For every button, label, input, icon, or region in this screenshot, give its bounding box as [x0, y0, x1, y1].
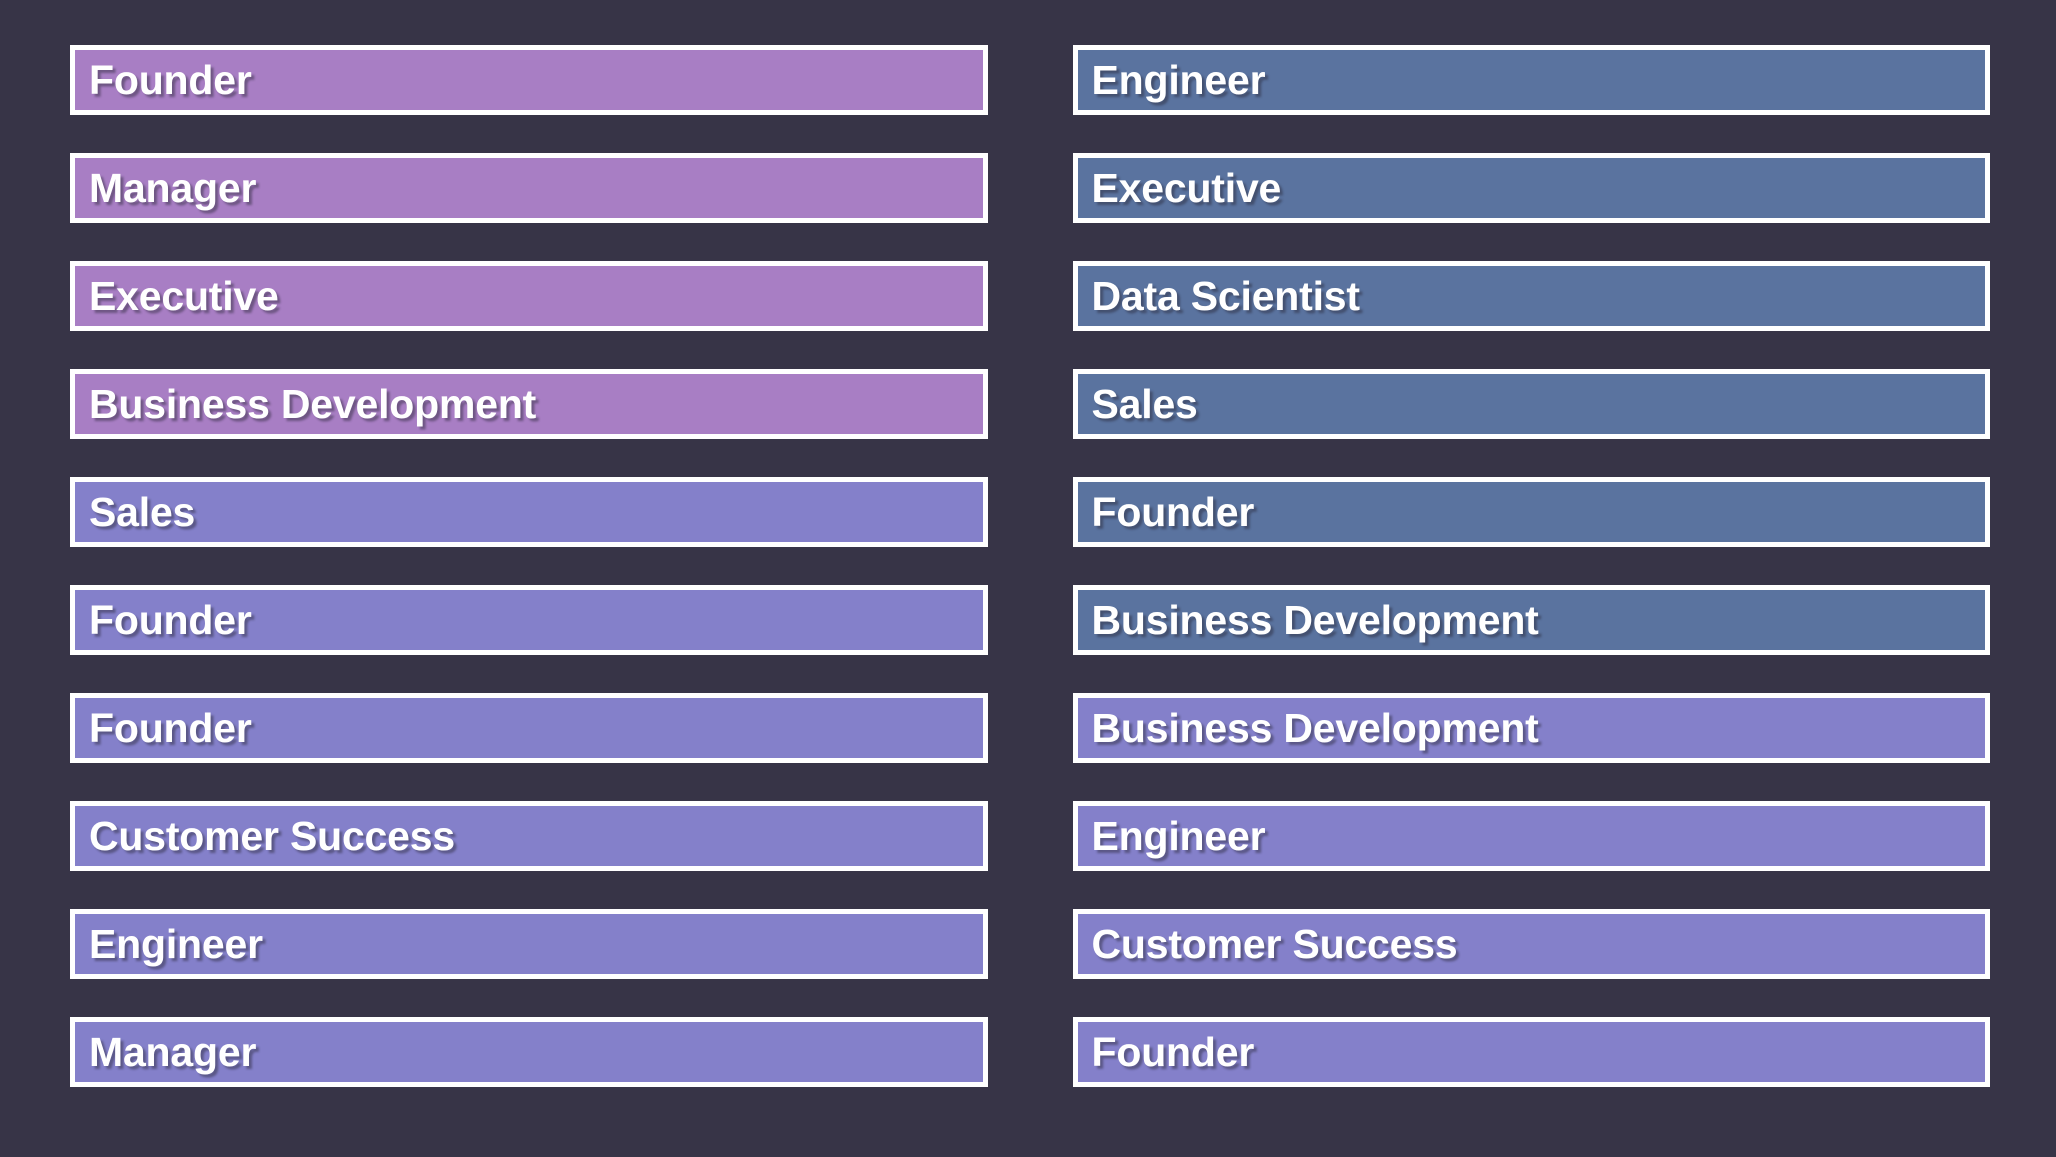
- bar-row[interactable]: Engineer: [1072, 801, 1990, 871]
- bar-row[interactable]: Business Development: [1072, 585, 1990, 655]
- bar-label: Founder: [89, 704, 252, 751]
- bar-row[interactable]: Executive: [1072, 153, 1990, 223]
- bar-label: Sales: [1091, 380, 1198, 427]
- bar-label: Founder: [1091, 1028, 1255, 1075]
- bar-label: Manager: [89, 1028, 257, 1075]
- bar-row[interactable]: Business Development: [70, 369, 988, 439]
- bar-row[interactable]: Engineer: [70, 909, 988, 979]
- bar-label: Founder: [1091, 488, 1255, 535]
- bar-row[interactable]: Founder: [70, 585, 988, 655]
- bar-label: Executive: [1091, 164, 1282, 211]
- bar-row[interactable]: Founder: [1072, 1017, 1990, 1087]
- bar-row[interactable]: Executive: [70, 261, 988, 331]
- bar-row[interactable]: Customer Success: [1072, 909, 1990, 979]
- bar-label: Sales: [89, 488, 196, 535]
- bar-row[interactable]: Customer Success: [70, 801, 988, 871]
- bar-row[interactable]: Founder: [1072, 477, 1990, 547]
- bar-label: Business Development: [89, 380, 537, 427]
- bar-label: Business Development: [1091, 596, 1539, 643]
- bar-label: Founder: [89, 56, 252, 103]
- bar-row[interactable]: Business Development: [1072, 693, 1990, 763]
- bar-label: Executive: [89, 272, 279, 319]
- bar-label: Business Development: [1091, 704, 1539, 751]
- left-column: Founder Manager Executive Business Developm…: [70, 45, 988, 1087]
- bar-row[interactable]: Founder: [70, 45, 988, 115]
- bar-label: Engineer: [89, 920, 263, 967]
- bar-row[interactable]: Manager: [70, 1017, 988, 1087]
- right-column: Engineer Executive Data Scientist Sales Foun…: [1072, 45, 1990, 1087]
- bar-label: Manager: [89, 164, 257, 211]
- bar-label: Engineer: [1091, 812, 1266, 859]
- bar-row[interactable]: Sales: [70, 477, 988, 547]
- bar-row[interactable]: Manager: [70, 153, 988, 223]
- bar-row[interactable]: Data Scientist: [1072, 261, 1990, 331]
- bar-row[interactable]: Founder: [70, 693, 988, 763]
- bar-row[interactable]: Engineer: [1072, 45, 1990, 115]
- bar-label: Founder: [89, 596, 252, 643]
- bar-chart-canvas: Founder Manager Executive Business Developm…: [0, 0, 2056, 1157]
- bar-label: Customer Success: [1091, 920, 1458, 967]
- bar-label: Data Scientist: [1091, 272, 1361, 319]
- bar-label: Customer Success: [89, 812, 455, 859]
- bar-label: Engineer: [1091, 56, 1266, 103]
- bar-row[interactable]: Sales: [1072, 369, 1990, 439]
